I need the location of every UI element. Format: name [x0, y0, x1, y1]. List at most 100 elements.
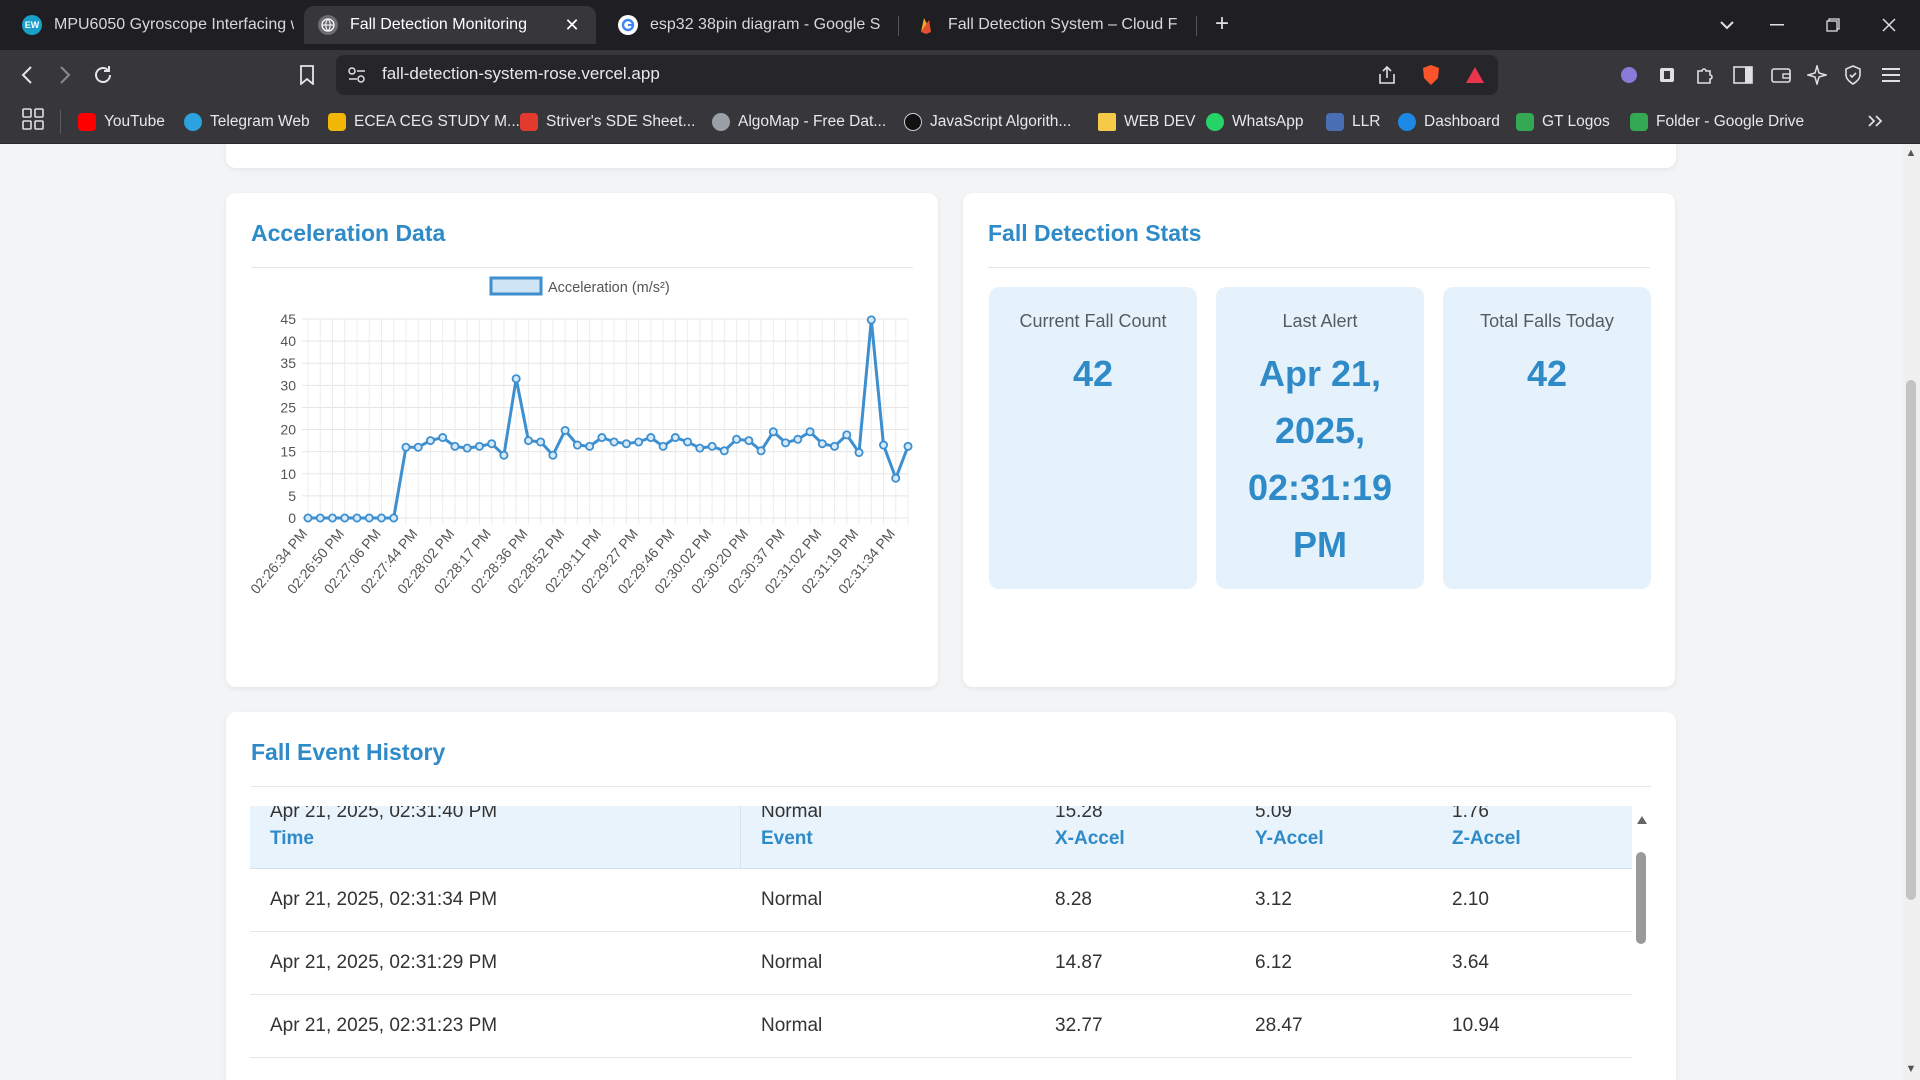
bookmark-google-drive-folder[interactable]: Folder - Google Drive	[1630, 108, 1804, 136]
forward-icon[interactable]	[50, 60, 80, 90]
y-tick-label: 45	[280, 311, 296, 327]
scroll-down-icon[interactable]: ▼	[1904, 1062, 1918, 1076]
bookmark-label: Folder - Google Drive	[1656, 113, 1805, 130]
bookmark-gt-logos[interactable]: GT Logos	[1516, 108, 1610, 136]
globe-icon	[318, 15, 338, 35]
bookmark-javascript-algorithms[interactable]: JavaScript Algorith...	[904, 108, 1071, 136]
apps-grid-icon[interactable]	[20, 106, 46, 132]
tab-fall-detection-monitoring[interactable]: Fall Detection Monitoring ✕	[304, 6, 596, 44]
cell-y-accel: 3.12	[1255, 889, 1292, 910]
menu-icon[interactable]	[1878, 62, 1904, 88]
tab-firestore[interactable]: Fall Detection System – Cloud Firest	[902, 6, 1192, 44]
bookmark-youtube[interactable]: YouTube	[78, 108, 165, 136]
minimize-icon[interactable]	[1762, 10, 1792, 40]
page-scrollbar-thumb[interactable]	[1906, 380, 1916, 900]
table-row: Apr 21, 2025, 02:31:19 PM Fall Detected …	[250, 1058, 1632, 1080]
data-point	[597, 433, 607, 443]
data-point	[683, 437, 693, 447]
table-row: Apr 21, 2025, 02:31:29 PM Normal 14.87 6…	[250, 932, 1632, 995]
more-bookmarks-chevron-icon[interactable]	[1862, 108, 1888, 134]
acceleration-chart: 05101520253035404502:26:34 PM02:26:50 PM…	[247, 276, 913, 597]
card-divider	[988, 267, 1650, 268]
card-divider	[251, 786, 1651, 787]
scroll-up-icon[interactable]: ▲	[1904, 146, 1918, 160]
y-tick-label: 10	[280, 466, 296, 482]
share-icon[interactable]	[1374, 62, 1400, 88]
back-icon[interactable]	[12, 60, 42, 90]
tab-label: Fall Detection Monitoring	[350, 16, 527, 33]
site-info-icon[interactable]	[344, 62, 370, 88]
data-point	[389, 513, 399, 523]
cell-y-accel: 28.47	[1255, 1015, 1303, 1036]
bookmark-label: LLR	[1352, 113, 1381, 130]
vpn-shield-icon[interactable]	[1840, 62, 1866, 88]
data-point	[634, 437, 644, 447]
data-point	[707, 441, 717, 451]
data-point	[621, 439, 631, 449]
table-row: Apr 21, 2025, 02:31:34 PM Normal 8.28 3.…	[250, 869, 1632, 932]
brave-shields-icon[interactable]	[1418, 62, 1444, 88]
restore-icon[interactable]	[1818, 10, 1848, 40]
wallet-icon[interactable]	[1768, 62, 1794, 88]
youtube-icon	[78, 113, 96, 131]
telegram-icon	[184, 113, 202, 131]
extension-orb-icon[interactable]	[1616, 62, 1642, 88]
table-scrollbar-thumb[interactable]	[1636, 852, 1646, 944]
bookmark-web-dev[interactable]: WEB DEV	[1098, 108, 1195, 136]
y-tick-label: 0	[288, 510, 296, 526]
tab-label: Fall Detection System – Cloud Firest	[948, 16, 1178, 33]
cell-time: Apr 21, 2025, 02:31:23 PM	[270, 1015, 498, 1036]
brave-rewards-icon[interactable]	[1462, 62, 1488, 88]
y-tick-label: 40	[280, 333, 296, 349]
url-text[interactable]: fall-detection-system-rose.vercel.app	[382, 64, 660, 84]
tab-label: MPU6050 Gyroscope Interfacing wi	[54, 16, 294, 33]
data-point	[474, 441, 484, 451]
bookmark-algomap[interactable]: AlgoMap - Free Dat...	[712, 108, 886, 136]
sidebar-toggle-icon[interactable]	[1730, 62, 1756, 88]
new-tab-button[interactable]: +	[1208, 10, 1236, 38]
cell-event: Normal	[761, 889, 823, 910]
tab-esp32-search[interactable]: esp32 38pin diagram - Google Sear	[604, 6, 894, 44]
table-scroll-up-icon[interactable]	[1636, 812, 1648, 824]
bookmark-striver[interactable]: Striver's SDE Sheet...	[520, 108, 695, 136]
bookmark-telegram[interactable]: Telegram Web	[184, 108, 310, 136]
extensions-puzzle-icon[interactable]	[1692, 62, 1718, 88]
bookmark-icon[interactable]	[292, 60, 322, 90]
reload-icon[interactable]	[88, 60, 118, 90]
bookmark-whatsapp[interactable]: WhatsApp	[1206, 108, 1304, 136]
ew-icon: EW	[22, 15, 42, 35]
extension-note-icon[interactable]	[1654, 62, 1680, 88]
data-point	[830, 441, 840, 451]
tab-search-chevron-icon[interactable]	[1712, 10, 1742, 40]
bookmark-ecea[interactable]: ECEA CEG STUDY M...	[328, 108, 520, 136]
header-event[interactable]: Event	[761, 828, 813, 850]
stat-value: Apr 21, 2025, 02:31:19 PM	[1247, 353, 1393, 565]
header-y-accel[interactable]: Y-Accel	[1255, 828, 1324, 850]
tab-mpu6050[interactable]: EW MPU6050 Gyroscope Interfacing wi	[8, 6, 308, 44]
data-point	[879, 440, 889, 450]
data-point	[756, 446, 766, 456]
drive-icon	[1630, 113, 1648, 131]
cell-x-accel: 14.87	[1055, 952, 1103, 973]
cell-event: Normal	[761, 806, 823, 822]
data-point	[842, 430, 852, 440]
close-window-icon[interactable]	[1874, 10, 1904, 40]
bookmark-dashboard[interactable]: Dashboard	[1398, 108, 1500, 136]
header-time[interactable]: Time	[270, 828, 314, 850]
data-point	[695, 443, 705, 453]
data-point	[536, 437, 546, 447]
bookmark-llr[interactable]: LLR	[1326, 108, 1380, 136]
cell-y-accel: 5.09	[1255, 806, 1292, 822]
data-point	[425, 436, 435, 446]
leo-ai-icon[interactable]	[1804, 62, 1830, 88]
bookmark-label: AlgoMap - Free Dat...	[738, 113, 887, 130]
close-tab-icon[interactable]: ✕	[560, 13, 584, 37]
cell-time: Apr 21, 2025, 02:31:40 PM	[270, 806, 498, 822]
data-point	[572, 440, 582, 450]
tab-label: esp32 38pin diagram - Google Sear	[650, 16, 880, 33]
header-z-accel[interactable]: Z-Accel	[1452, 828, 1521, 850]
data-point	[340, 513, 350, 523]
data-point	[891, 473, 901, 483]
data-point	[866, 315, 876, 325]
header-x-accel[interactable]: X-Accel	[1055, 828, 1125, 850]
